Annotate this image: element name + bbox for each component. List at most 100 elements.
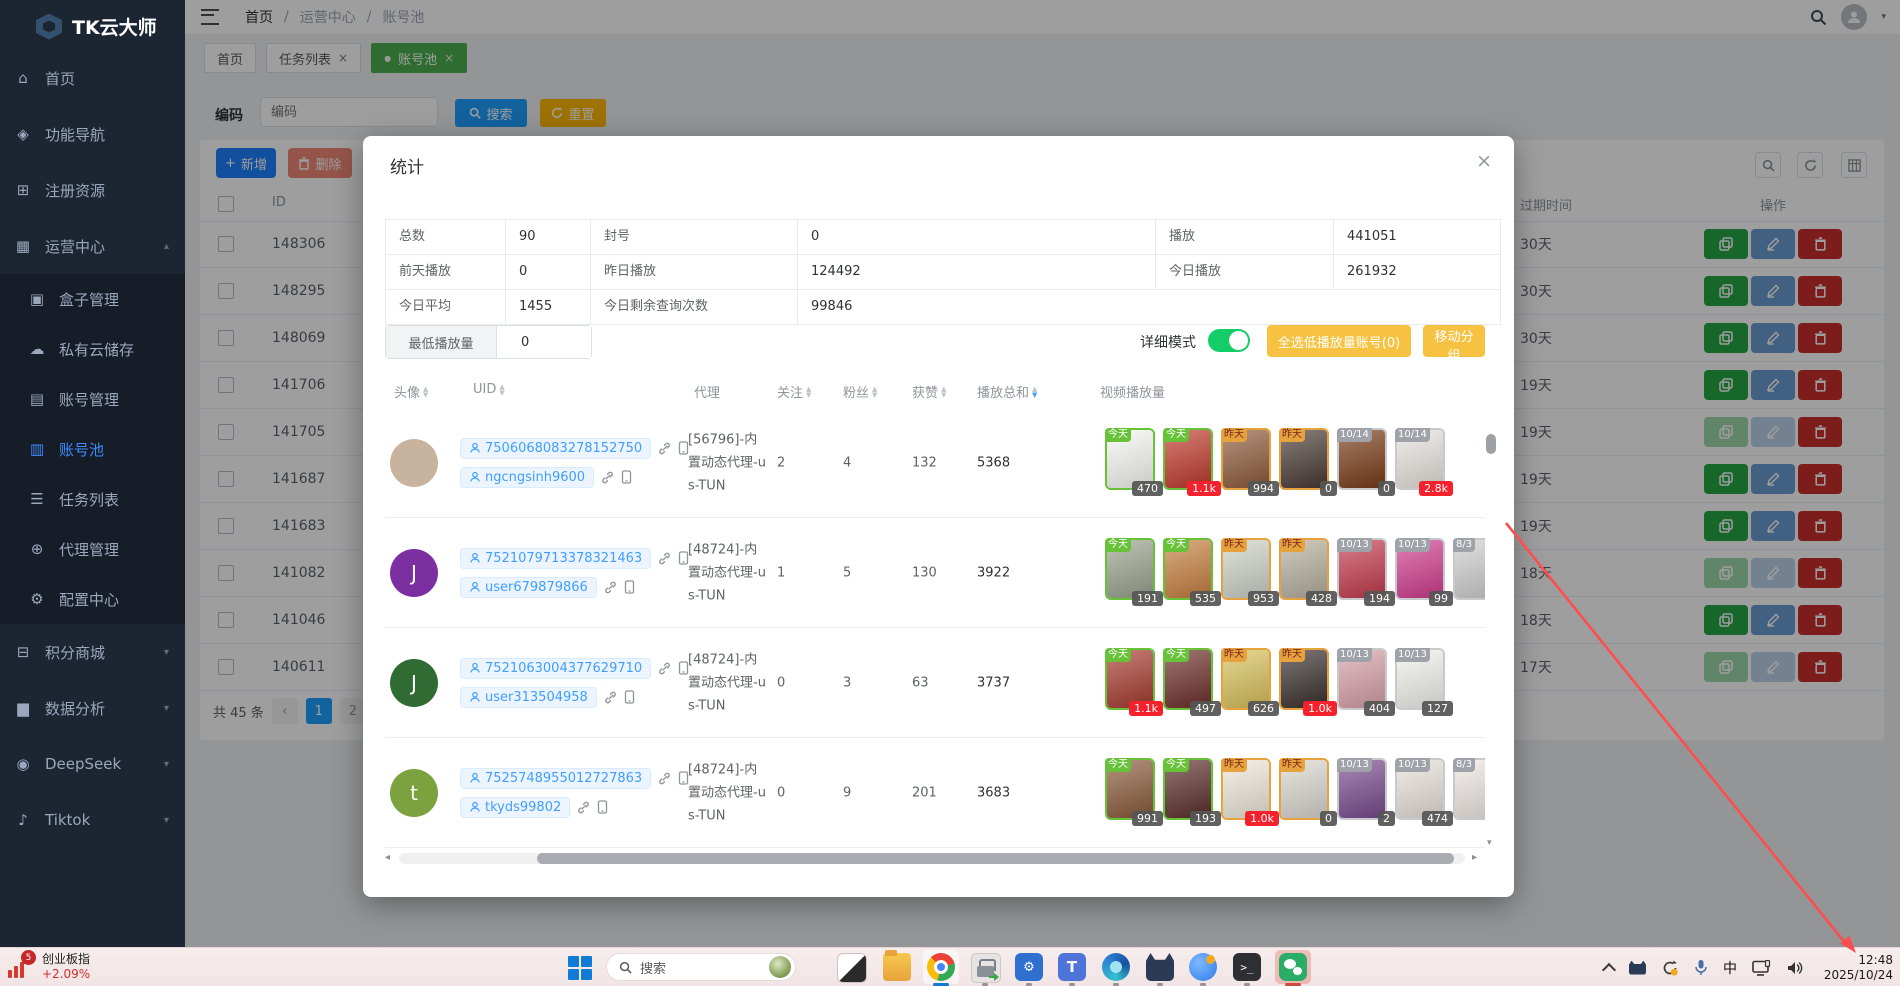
link-icon[interactable] bbox=[658, 662, 671, 675]
ime-indicator[interactable]: 中 bbox=[1723, 958, 1737, 978]
video-thumbnail[interactable]: 今天 191 bbox=[1105, 538, 1155, 600]
avatar-column-header[interactable]: 头像▲▼ bbox=[394, 382, 428, 401]
total-plays-column-header[interactable]: 播放总和▲▼ bbox=[977, 382, 1037, 401]
video-thumbnail[interactable]: 昨天 953 bbox=[1221, 538, 1271, 600]
min-play-input[interactable] bbox=[497, 326, 591, 358]
avatar[interactable]: t bbox=[390, 769, 438, 817]
sidebar-item[interactable]: ▤ 账号管理 bbox=[0, 374, 185, 424]
security-app-icon[interactable] bbox=[971, 953, 1001, 983]
link-icon[interactable] bbox=[604, 691, 617, 704]
volume-icon[interactable] bbox=[1786, 960, 1804, 976]
phone-icon[interactable] bbox=[621, 470, 632, 484]
scroll-left-icon[interactable]: ◂ bbox=[385, 852, 390, 863]
sidebar-item[interactable]: ▣ 盒子管理 bbox=[0, 274, 185, 324]
video-thumbnail[interactable]: 10/14 2.8k bbox=[1395, 428, 1445, 490]
link-icon[interactable] bbox=[658, 442, 671, 455]
video-thumbnail[interactable]: 昨天 626 bbox=[1221, 648, 1271, 710]
sort-icon[interactable]: ▲▼ bbox=[499, 384, 504, 396]
sidebar-item[interactable]: ▆ 数据分析 ▾ bbox=[0, 680, 185, 736]
phone-icon[interactable] bbox=[624, 580, 635, 594]
link-icon[interactable] bbox=[658, 772, 671, 785]
terminal-icon[interactable]: >_ bbox=[1233, 953, 1261, 981]
uid-chip[interactable]: 7525748955012727863 bbox=[460, 768, 651, 789]
video-thumbnail[interactable]: 昨天 1.0k bbox=[1279, 648, 1329, 710]
link-icon[interactable] bbox=[577, 801, 590, 814]
sort-icon[interactable]: ▲▼ bbox=[423, 386, 428, 398]
avatar[interactable] bbox=[390, 439, 438, 487]
tray-overflow-icon[interactable] bbox=[1602, 962, 1616, 976]
file-explorer-icon[interactable] bbox=[883, 953, 911, 981]
video-thumbnail[interactable]: 今天 470 bbox=[1105, 428, 1155, 490]
video-thumbnail[interactable]: 昨天 994 bbox=[1221, 428, 1271, 490]
sidebar-item[interactable]: ⊟ 积分商城 ▾ bbox=[0, 624, 185, 680]
username-chip[interactable]: user679879866 bbox=[460, 577, 597, 598]
sidebar-item[interactable]: ▥ 账号池 bbox=[0, 424, 185, 474]
follow-column-header[interactable]: 关注▲▼ bbox=[777, 382, 811, 401]
video-thumbnail[interactable]: 今天 497 bbox=[1163, 648, 1213, 710]
video-thumbnail[interactable]: 10/13 194 bbox=[1337, 538, 1387, 600]
video-thumbnail[interactable]: 10/13 127 bbox=[1395, 648, 1445, 710]
move-group-button[interactable]: 移动分组 bbox=[1423, 325, 1485, 357]
tray-cat-app-icon[interactable] bbox=[1629, 961, 1646, 975]
video-thumbnail[interactable]: 10/13 474 bbox=[1395, 758, 1445, 820]
sidebar-item[interactable]: ◉ DeepSeek ▾ bbox=[0, 736, 185, 792]
chat-app-icon[interactable] bbox=[1189, 953, 1217, 981]
select-low-play-button[interactable]: 全选低播放量账号(0) bbox=[1267, 325, 1411, 357]
avatar[interactable]: J bbox=[390, 659, 438, 707]
link-icon[interactable] bbox=[658, 552, 671, 565]
video-thumbnail[interactable]: 今天 991 bbox=[1105, 758, 1155, 820]
detail-mode-toggle[interactable] bbox=[1208, 329, 1250, 352]
video-thumbnail[interactable]: 10/14 0 bbox=[1337, 428, 1387, 490]
uid-column-header[interactable]: UID▲▼ bbox=[473, 382, 505, 397]
video-thumbnail[interactable]: 10/13 404 bbox=[1337, 648, 1387, 710]
close-icon[interactable]: × bbox=[1476, 150, 1492, 172]
likes-column-header[interactable]: 获赞▲▼ bbox=[912, 382, 946, 401]
sort-icon[interactable]: ▲▼ bbox=[872, 386, 877, 398]
video-thumbnail[interactable]: 今天 535 bbox=[1163, 538, 1213, 600]
sort-icon[interactable]: ▲▼ bbox=[1032, 386, 1037, 398]
scroll-right-icon[interactable]: ▸ bbox=[1472, 852, 1477, 863]
phone-icon[interactable] bbox=[624, 690, 635, 704]
video-thumbnail[interactable]: 昨天 0 bbox=[1279, 428, 1329, 490]
sidebar-item[interactable]: ⌂ 首页 bbox=[0, 50, 185, 106]
scroll-down-icon[interactable]: ▾ bbox=[1487, 838, 1492, 848]
microphone-icon[interactable] bbox=[1694, 959, 1708, 976]
sort-icon[interactable]: ▲▼ bbox=[941, 386, 946, 398]
teams-app-icon[interactable]: T bbox=[1058, 953, 1086, 981]
video-thumbnail[interactable]: 10/13 99 bbox=[1395, 538, 1445, 600]
sidebar-item[interactable]: ▦ 运营中心 ▴ bbox=[0, 218, 185, 274]
start-button[interactable] bbox=[568, 956, 592, 980]
cat-app-icon[interactable] bbox=[1146, 953, 1174, 981]
taskbar-clock[interactable]: 12:48 2025/10/24 bbox=[1824, 953, 1893, 983]
video-thumbnail[interactable]: 8/3 1 bbox=[1453, 538, 1485, 600]
link-icon[interactable] bbox=[601, 471, 614, 484]
avatar[interactable]: J bbox=[390, 549, 438, 597]
video-thumbnail[interactable]: 今天 1.1k bbox=[1163, 428, 1213, 490]
widgets-button[interactable]: 5 创业板指 +2.09% bbox=[8, 951, 90, 981]
video-thumbnail[interactable]: 今天 193 bbox=[1163, 758, 1213, 820]
sidebar-item[interactable]: ☁ 私有云储存 bbox=[0, 324, 185, 374]
video-thumbnail[interactable]: 8/3 1 bbox=[1453, 758, 1485, 820]
fans-column-header[interactable]: 粉丝▲▼ bbox=[843, 382, 877, 401]
video-thumbnail[interactable]: 昨天 0 bbox=[1279, 758, 1329, 820]
sidebar-item[interactable]: ☰ 任务列表 bbox=[0, 474, 185, 524]
chrome-icon[interactable] bbox=[927, 953, 955, 981]
taskbar-search[interactable]: 搜索 bbox=[606, 953, 796, 981]
horizontal-scrollbar[interactable]: ◂ ▸ bbox=[385, 852, 1485, 865]
phone-icon[interactable] bbox=[597, 800, 608, 814]
wechat-icon[interactable] bbox=[1279, 953, 1307, 981]
video-thumbnail[interactable]: 昨天 428 bbox=[1279, 538, 1329, 600]
edge-icon[interactable] bbox=[1102, 953, 1130, 981]
uid-chip[interactable]: 7521079713378321463 bbox=[460, 548, 651, 569]
app-logo[interactable]: TK云大师 bbox=[0, 0, 185, 50]
display-icon[interactable] bbox=[1752, 960, 1771, 976]
search-highlight-image[interactable] bbox=[769, 956, 791, 978]
username-chip[interactable]: tkyds99802 bbox=[460, 797, 570, 818]
sync-icon[interactable] bbox=[1661, 959, 1679, 977]
sidebar-item[interactable]: ⚙ 配置中心 bbox=[0, 574, 185, 624]
video-thumbnail[interactable]: 今天 1.1k bbox=[1105, 648, 1155, 710]
video-thumbnail[interactable]: 10/13 2 bbox=[1337, 758, 1387, 820]
link-icon[interactable] bbox=[604, 581, 617, 594]
sidebar-item[interactable]: ♪ Tiktok ▾ bbox=[0, 792, 185, 848]
driver-app-icon[interactable]: ⚙ bbox=[1015, 953, 1043, 981]
